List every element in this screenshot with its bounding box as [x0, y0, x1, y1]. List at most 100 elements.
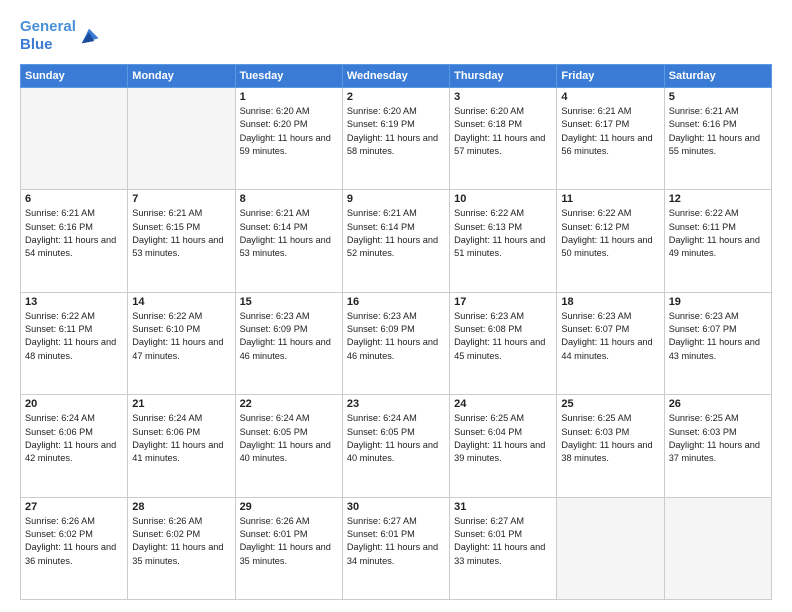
- day-number: 12: [669, 193, 767, 205]
- calendar-cell: 29 Sunrise: 6:26 AM Sunset: 6:01 PM Dayli…: [235, 497, 342, 599]
- calendar-cell: 1 Sunrise: 6:20 AM Sunset: 6:20 PM Daylig…: [235, 88, 342, 190]
- calendar-cell: [21, 88, 128, 190]
- day-number: 21: [132, 398, 230, 410]
- day-number: 31: [454, 501, 552, 513]
- calendar-cell: 21 Sunrise: 6:24 AM Sunset: 6:06 PM Dayli…: [128, 395, 235, 497]
- day-number: 19: [669, 296, 767, 308]
- cell-info: Sunrise: 6:22 AM Sunset: 6:11 PM Dayligh…: [669, 207, 767, 260]
- cell-info: Sunrise: 6:22 AM Sunset: 6:12 PM Dayligh…: [561, 207, 659, 260]
- day-number: 30: [347, 501, 445, 513]
- day-number: 18: [561, 296, 659, 308]
- weekday-header-cell: Friday: [557, 65, 664, 88]
- day-number: 23: [347, 398, 445, 410]
- day-number: 24: [454, 398, 552, 410]
- cell-info: Sunrise: 6:20 AM Sunset: 6:19 PM Dayligh…: [347, 105, 445, 158]
- day-number: 17: [454, 296, 552, 308]
- cell-info: Sunrise: 6:23 AM Sunset: 6:07 PM Dayligh…: [561, 310, 659, 363]
- calendar-cell: 9Sunrise: 6:21 AM Sunset: 6:14 PM Daylig…: [342, 190, 449, 292]
- day-number: 26: [669, 398, 767, 410]
- cell-info: Sunrise: 6:21 AM Sunset: 6:17 PM Dayligh…: [561, 105, 659, 158]
- day-number: 8: [240, 193, 338, 205]
- calendar-cell: 31 Sunrise: 6:27 AM Sunset: 6:01 PM Dayli…: [450, 497, 557, 599]
- cell-info: Sunrise: 6:21 AM Sunset: 6:16 PM Dayligh…: [25, 207, 123, 260]
- calendar-body: 1 Sunrise: 6:20 AM Sunset: 6:20 PM Daylig…: [21, 88, 772, 600]
- calendar-cell: 4 Sunrise: 6:21 AM Sunset: 6:17 PM Daylig…: [557, 88, 664, 190]
- cell-info: Sunrise: 6:24 AM Sunset: 6:06 PM Dayligh…: [25, 412, 123, 465]
- cell-info: Sunrise: 6:24 AM Sunset: 6:06 PM Dayligh…: [132, 412, 230, 465]
- cell-info: Sunrise: 6:21 AM Sunset: 6:15 PM Dayligh…: [132, 207, 230, 260]
- logo: General Blue: [20, 18, 100, 54]
- day-number: 5: [669, 91, 767, 103]
- day-number: 13: [25, 296, 123, 308]
- calendar-table: SundayMondayTuesdayWednesdayThursdayFrid…: [20, 64, 772, 600]
- cell-info: Sunrise: 6:27 AM Sunset: 6:01 PM Dayligh…: [454, 515, 552, 568]
- day-number: 7: [132, 193, 230, 205]
- cell-info: Sunrise: 6:21 AM Sunset: 6:14 PM Dayligh…: [240, 207, 338, 260]
- calendar-cell: 23Sunrise: 6:24 AM Sunset: 6:05 PM Dayli…: [342, 395, 449, 497]
- day-number: 29: [240, 501, 338, 513]
- cell-info: Sunrise: 6:27 AM Sunset: 6:01 PM Dayligh…: [347, 515, 445, 568]
- cell-info: Sunrise: 6:22 AM Sunset: 6:10 PM Dayligh…: [132, 310, 230, 363]
- calendar-cell: 25Sunrise: 6:25 AM Sunset: 6:03 PM Dayli…: [557, 395, 664, 497]
- page: General Blue SundayMondayTuesdayWednesda…: [0, 0, 792, 612]
- cell-info: Sunrise: 6:22 AM Sunset: 6:13 PM Dayligh…: [454, 207, 552, 260]
- calendar-week-row: 13 Sunrise: 6:22 AM Sunset: 6:11 PM Dayli…: [21, 292, 772, 394]
- day-number: 4: [561, 91, 659, 103]
- cell-info: Sunrise: 6:23 AM Sunset: 6:09 PM Dayligh…: [347, 310, 445, 363]
- cell-info: Sunrise: 6:20 AM Sunset: 6:18 PM Dayligh…: [454, 105, 552, 158]
- calendar-cell: 19Sunrise: 6:23 AM Sunset: 6:07 PM Dayli…: [664, 292, 771, 394]
- calendar-cell: 26 Sunrise: 6:25 AM Sunset: 6:03 PM Dayli…: [664, 395, 771, 497]
- cell-info: Sunrise: 6:25 AM Sunset: 6:03 PM Dayligh…: [669, 412, 767, 465]
- cell-info: Sunrise: 6:26 AM Sunset: 6:02 PM Dayligh…: [25, 515, 123, 568]
- calendar-cell: 5Sunrise: 6:21 AM Sunset: 6:16 PM Daylig…: [664, 88, 771, 190]
- cell-info: Sunrise: 6:26 AM Sunset: 6:01 PM Dayligh…: [240, 515, 338, 568]
- calendar-cell: 12 Sunrise: 6:22 AM Sunset: 6:11 PM Dayli…: [664, 190, 771, 292]
- day-number: 16: [347, 296, 445, 308]
- day-number: 25: [561, 398, 659, 410]
- cell-info: Sunrise: 6:24 AM Sunset: 6:05 PM Dayligh…: [240, 412, 338, 465]
- calendar-cell: 7 Sunrise: 6:21 AM Sunset: 6:15 PM Daylig…: [128, 190, 235, 292]
- day-number: 11: [561, 193, 659, 205]
- cell-info: Sunrise: 6:26 AM Sunset: 6:02 PM Dayligh…: [132, 515, 230, 568]
- logo-blue: Blue: [20, 36, 53, 53]
- calendar-cell: 27Sunrise: 6:26 AM Sunset: 6:02 PM Dayli…: [21, 497, 128, 599]
- day-number: 10: [454, 193, 552, 205]
- weekday-header-cell: Sunday: [21, 65, 128, 88]
- day-number: 20: [25, 398, 123, 410]
- calendar-cell: 2 Sunrise: 6:20 AM Sunset: 6:19 PM Daylig…: [342, 88, 449, 190]
- calendar-cell: 14Sunrise: 6:22 AM Sunset: 6:10 PM Dayli…: [128, 292, 235, 394]
- calendar-cell: 16 Sunrise: 6:23 AM Sunset: 6:09 PM Dayli…: [342, 292, 449, 394]
- header: General Blue: [20, 18, 772, 54]
- calendar-cell: 13 Sunrise: 6:22 AM Sunset: 6:11 PM Dayli…: [21, 292, 128, 394]
- day-number: 1: [240, 91, 338, 103]
- calendar-cell: [557, 497, 664, 599]
- logo-icon: [78, 25, 100, 47]
- day-number: 2: [347, 91, 445, 103]
- calendar-week-row: 27Sunrise: 6:26 AM Sunset: 6:02 PM Dayli…: [21, 497, 772, 599]
- calendar-cell: 28 Sunrise: 6:26 AM Sunset: 6:02 PM Dayli…: [128, 497, 235, 599]
- day-number: 22: [240, 398, 338, 410]
- day-number: 28: [132, 501, 230, 513]
- logo-general: General: [20, 18, 76, 35]
- calendar-cell: 17Sunrise: 6:23 AM Sunset: 6:08 PM Dayli…: [450, 292, 557, 394]
- weekday-header-cell: Tuesday: [235, 65, 342, 88]
- weekday-header-cell: Wednesday: [342, 65, 449, 88]
- cell-info: Sunrise: 6:22 AM Sunset: 6:11 PM Dayligh…: [25, 310, 123, 363]
- weekday-header-cell: Thursday: [450, 65, 557, 88]
- cell-info: Sunrise: 6:23 AM Sunset: 6:09 PM Dayligh…: [240, 310, 338, 363]
- calendar-cell: 18 Sunrise: 6:23 AM Sunset: 6:07 PM Dayli…: [557, 292, 664, 394]
- cell-info: Sunrise: 6:20 AM Sunset: 6:20 PM Dayligh…: [240, 105, 338, 158]
- calendar-cell: 20 Sunrise: 6:24 AM Sunset: 6:06 PM Dayli…: [21, 395, 128, 497]
- day-number: 15: [240, 296, 338, 308]
- logo-text: General Blue: [20, 18, 76, 54]
- calendar-cell: 10 Sunrise: 6:22 AM Sunset: 6:13 PM Dayli…: [450, 190, 557, 292]
- calendar-week-row: 20 Sunrise: 6:24 AM Sunset: 6:06 PM Dayli…: [21, 395, 772, 497]
- calendar-cell: 11 Sunrise: 6:22 AM Sunset: 6:12 PM Dayli…: [557, 190, 664, 292]
- calendar-cell: 6 Sunrise: 6:21 AM Sunset: 6:16 PM Daylig…: [21, 190, 128, 292]
- calendar-cell: 3Sunrise: 6:20 AM Sunset: 6:18 PM Daylig…: [450, 88, 557, 190]
- weekday-header-cell: Monday: [128, 65, 235, 88]
- weekday-header-cell: Saturday: [664, 65, 771, 88]
- day-number: 6: [25, 193, 123, 205]
- calendar-week-row: 6 Sunrise: 6:21 AM Sunset: 6:16 PM Daylig…: [21, 190, 772, 292]
- calendar-cell: [128, 88, 235, 190]
